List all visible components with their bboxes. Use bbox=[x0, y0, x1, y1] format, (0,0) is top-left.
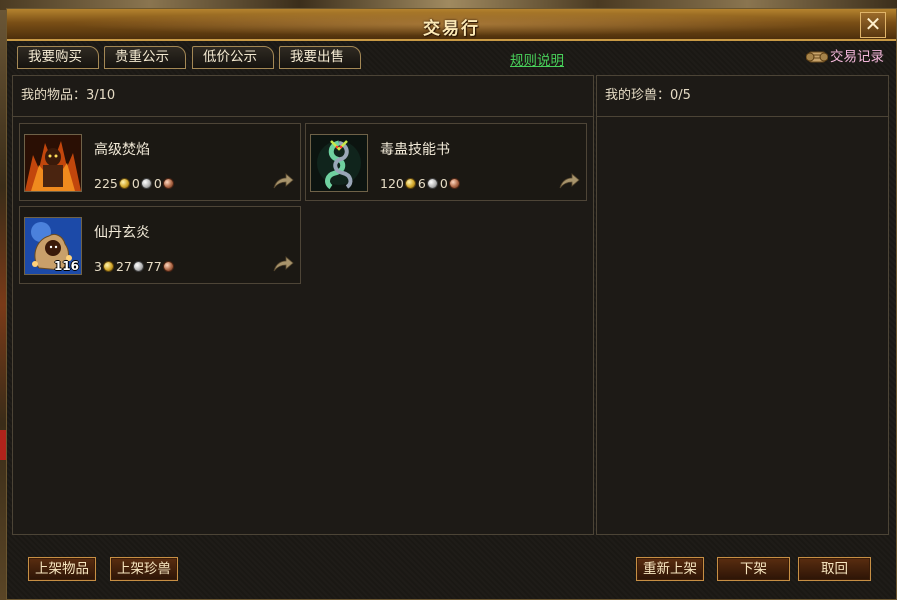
relist-button[interactable]: 重新上架 bbox=[636, 557, 704, 581]
quantity-badge: 116 bbox=[53, 259, 79, 273]
my-items-panel: 我的物品：3/10 高级焚焰 225 0 0 毒蛊技能书 120 6 0 116… bbox=[12, 75, 594, 535]
item-price: 120 6 0 bbox=[380, 176, 462, 191]
window-title: 交易行 bbox=[423, 19, 480, 39]
trade-log-label: 交易记录 bbox=[830, 49, 884, 65]
silver-amount: 0 bbox=[131, 176, 140, 191]
gold-coin-icon bbox=[118, 178, 130, 189]
gold-coin-icon bbox=[404, 178, 416, 189]
gold-amount: 225 bbox=[94, 176, 118, 191]
item-card[interactable]: 116 仙丹玄炎 3 27 77 bbox=[19, 206, 301, 284]
delist-button[interactable]: 下架 bbox=[717, 557, 790, 581]
silver-coin-icon bbox=[426, 178, 438, 189]
my-items-header: 我的物品：3/10 bbox=[13, 76, 593, 117]
copper-amount: 77 bbox=[145, 259, 162, 274]
title-bar: 交易行 ✕ bbox=[7, 9, 896, 41]
copper-coin-icon bbox=[448, 178, 460, 189]
gold-amount: 120 bbox=[380, 176, 404, 191]
tab-sell[interactable]: 我要出售 bbox=[279, 46, 361, 69]
rules-link[interactable]: 规则说明 bbox=[510, 49, 564, 69]
tab-buy[interactable]: 我要购买 bbox=[17, 46, 99, 69]
fire-demon-icon bbox=[24, 134, 82, 192]
scroll-icon bbox=[806, 51, 828, 63]
silver-coin-icon bbox=[140, 178, 152, 189]
share-arrow-icon[interactable] bbox=[272, 172, 294, 190]
cancel-button[interactable]: 取回 bbox=[798, 557, 871, 581]
trade-window: 交易行 ✕ 我要购买 贵重公示 低价公示 我要出售 规则说明 交易记录 我的物品… bbox=[6, 8, 897, 600]
list-item-button[interactable]: 上架物品 bbox=[28, 557, 96, 581]
trade-log-button[interactable]: 交易记录 bbox=[806, 46, 884, 70]
tab-lowprice-announcement[interactable]: 低价公示 bbox=[192, 46, 274, 69]
close-button[interactable]: ✕ bbox=[860, 12, 886, 38]
item-name: 毒蛊技能书 bbox=[380, 142, 450, 158]
silver-coin-icon bbox=[132, 261, 144, 272]
gold-coin-icon bbox=[102, 261, 114, 272]
copper-amount: 0 bbox=[439, 176, 448, 191]
share-arrow-icon[interactable] bbox=[558, 172, 580, 190]
tab-valuable-announcement[interactable]: 贵重公示 bbox=[104, 46, 186, 69]
elixir-sack-icon: 116 bbox=[24, 217, 82, 275]
my-pets-panel: 我的珍兽：0/5 bbox=[596, 75, 889, 535]
item-name: 高级焚焰 bbox=[94, 142, 150, 158]
item-name: 仙丹玄炎 bbox=[94, 225, 150, 241]
copper-coin-icon bbox=[162, 261, 174, 272]
silver-amount: 6 bbox=[417, 176, 426, 191]
silver-amount: 27 bbox=[115, 259, 132, 274]
share-arrow-icon[interactable] bbox=[272, 255, 294, 273]
item-card[interactable]: 毒蛊技能书 120 6 0 bbox=[305, 123, 587, 201]
item-card[interactable]: 高级焚焰 225 0 0 bbox=[19, 123, 301, 201]
item-price: 3 27 77 bbox=[94, 259, 176, 274]
list-pet-button[interactable]: 上架珍兽 bbox=[110, 557, 178, 581]
copper-coin-icon bbox=[162, 178, 174, 189]
copper-amount: 0 bbox=[153, 176, 162, 191]
item-price: 225 0 0 bbox=[94, 176, 176, 191]
gold-amount: 3 bbox=[94, 259, 102, 274]
my-pets-header: 我的珍兽：0/5 bbox=[597, 76, 888, 117]
serpent-skillbook-icon bbox=[310, 134, 368, 192]
